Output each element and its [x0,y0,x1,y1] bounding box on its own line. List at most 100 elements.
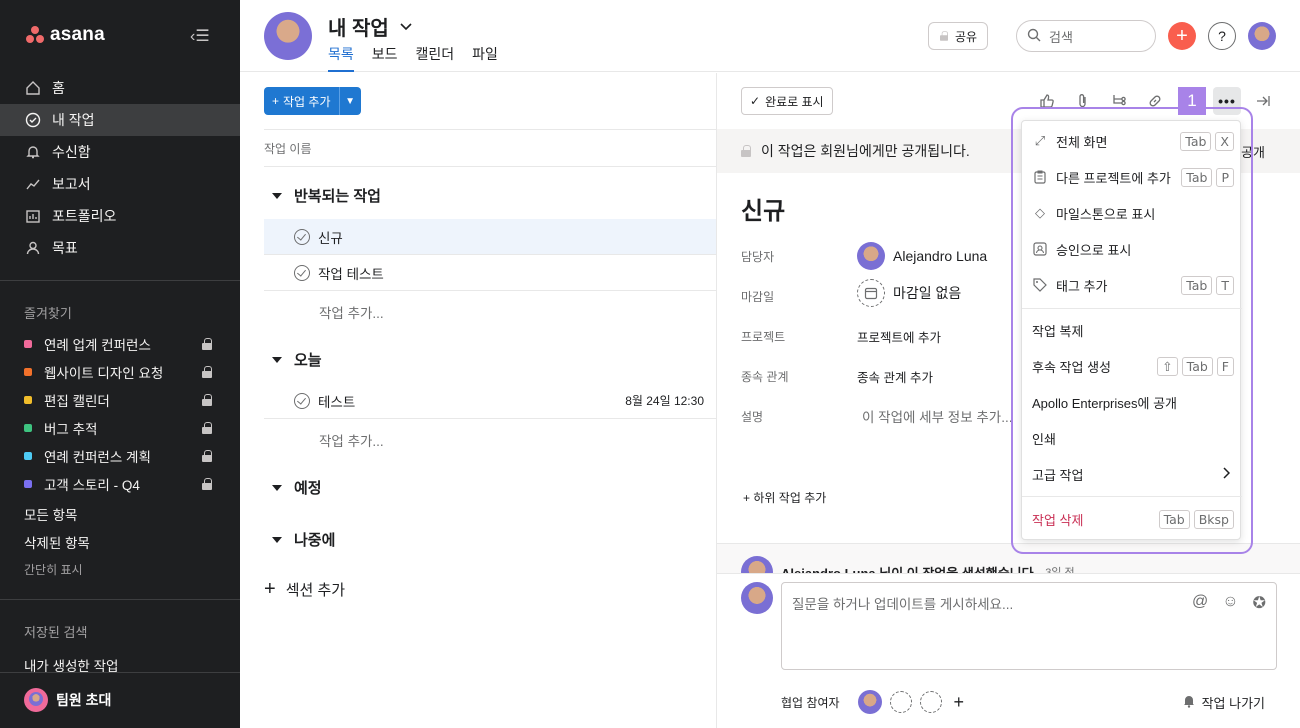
due-date-value: 마감일 없음 [893,285,962,301]
sidebar-item-label: 목표 [52,240,78,256]
comment-input[interactable]: 질문을 하거나 업데이트를 게시하세요... @ ☺ ✪ [781,582,1277,670]
leave-task-button[interactable]: 작업 나가기 [1182,693,1265,712]
project-color-dot [24,368,32,376]
plus-icon[interactable]: + [954,692,965,713]
project-color-dot [24,480,32,488]
add-task-button[interactable]: + 작업 추가 [264,87,339,115]
favorite-project[interactable]: 연례 컨퍼런스 계획 [0,442,240,470]
mention-icon[interactable]: @ [1192,593,1208,613]
add-subtask-button[interactable]: + 하위 작업 추가 [743,489,826,506]
close-pane-icon[interactable] [1253,91,1273,111]
task-row[interactable]: 작업 테스트 [264,255,716,291]
tab-files[interactable]: 파일 [472,44,498,72]
star-icon[interactable]: ✪ [1253,593,1266,613]
profile-avatar[interactable] [1248,22,1276,50]
add-task-row[interactable]: 작업 추가... [319,302,384,322]
page-title[interactable]: 내 작업 [328,12,413,41]
menu-item-add-tag[interactable]: 태그 추가 Tab T [1022,267,1242,303]
menu-item-label: 승인으로 표시 [1056,242,1132,258]
section-title: 반복되는 작업 [294,188,381,205]
add-collaborator-icon[interactable] [889,691,912,713]
section-header[interactable]: 예정 [272,477,322,498]
favorite-label: 연례 업계 컨퍼런스 [44,338,151,353]
sidebar-item-goals[interactable]: 목표 [0,232,240,264]
favorite-project[interactable]: 편집 캘린더 [0,386,240,414]
chart-line-icon [24,175,42,193]
favorite-project[interactable]: 연례 업계 컨퍼런스 [0,330,240,358]
quick-add-button[interactable]: + [1168,22,1196,50]
emoji-icon[interactable]: ☺ [1222,593,1238,613]
collapse-sidebar-icon[interactable]: ‹☰ [190,26,216,46]
add-to-project-field[interactable]: 프로젝트에 추가 [857,327,941,346]
all-items-link[interactable]: 모든 항목 [24,504,77,524]
task-row[interactable]: 테스트 8월 24일 12:30 [264,383,716,419]
add-subtask-label: 하위 작업 추가 [753,491,827,505]
collaborators: 협업 참여자 + [781,690,964,714]
comment-placeholder: 질문을 하거나 업데이트를 게시하세요... [792,597,1014,612]
column-header-task-name[interactable]: 작업 이름 [264,129,716,167]
add-task-row[interactable]: 작업 추가... [319,430,384,450]
complete-check-icon[interactable] [294,228,310,245]
comment-tools: @ ☺ ✪ [1192,593,1266,613]
leave-task-label: 작업 나가기 [1201,696,1265,711]
task-row[interactable]: 신규 [264,219,716,255]
invite-teammates-button[interactable]: 팀원 초대 [24,688,111,712]
plus-icon: + [272,94,280,108]
add-section-button[interactable]: + 섹션 추가 [264,578,345,601]
lock-icon [940,31,948,41]
asana-logo[interactable]: asana [24,24,105,46]
show-less-link[interactable]: 간단히 표시 [24,561,83,578]
menu-item-make-public[interactable]: Apollo Enterprises에 공개 [1022,384,1242,420]
complete-check-icon[interactable] [294,392,310,409]
menu-item-approval[interactable]: 승인으로 표시 [1022,231,1242,267]
page-title-text: 내 작업 [328,18,389,40]
favorite-project[interactable]: 웹사이트 디자인 요청 [0,358,240,386]
favorite-project[interactable]: 버그 추적 [0,414,240,442]
collapse-triangle-icon [272,484,282,491]
section-header[interactable]: 나중에 [272,529,335,550]
menu-item-follow-up[interactable]: 후속 작업 생성 ⇧ Tab F [1022,348,1242,384]
section-header[interactable]: 오늘 [272,349,322,370]
menu-item-full-screen[interactable]: ⤢ 전체 화면 Tab X [1022,123,1242,159]
tab-calendar[interactable]: 캘린더 [416,44,455,72]
deleted-items-link[interactable]: 삭제된 항목 [24,532,90,552]
tab-board[interactable]: 보드 [372,44,398,72]
assignee-field[interactable]: Alejandro Luna [857,242,987,270]
menu-item-milestone[interactable]: ◇ 마일스톤으로 표시 [1022,195,1242,231]
menu-item-add-to-project[interactable]: 다른 프로젝트에 추가 Tab P [1022,159,1242,195]
share-button[interactable]: 공유 [928,22,989,50]
add-collaborator-icon[interactable] [919,691,942,713]
menu-item-print[interactable]: 인쇄 [1022,420,1242,456]
favorites-title: 즐겨찾기 [24,306,72,321]
chevron-right-icon [1222,466,1231,482]
menu-divider [1022,496,1242,497]
section-header[interactable]: 반복되는 작업 [272,185,381,206]
mark-complete-button[interactable]: ✓ 완료로 표시 [741,87,833,115]
section-title: 나중에 [294,532,336,549]
help-button[interactable]: ? [1208,22,1236,50]
add-task-dropdown[interactable]: ▼ [338,87,361,115]
add-dependency-field[interactable]: 종속 관계 추가 [857,367,933,386]
menu-item-delete-task[interactable]: 작업 삭제 Tab Bksp [1022,501,1242,537]
sidebar-item-home[interactable]: 홈 [0,72,240,104]
collaborator-avatar[interactable] [857,690,882,714]
sidebar-item-my-tasks[interactable]: 내 작업 [0,104,240,136]
search-input[interactable]: 검색 [1016,20,1156,52]
task-due-date[interactable]: 8월 24일 12:30 [625,392,704,409]
description-field[interactable]: 이 작업에 세부 정보 추가... [862,406,1012,426]
asana-logo-icon [24,25,46,45]
task-title[interactable]: 신규 [741,191,785,226]
menu-item-duplicate[interactable]: 작업 복제 [1022,312,1242,348]
menu-item-advanced-actions[interactable]: 고급 작업 [1022,456,1242,492]
due-date-field[interactable]: 마감일 없음 [857,279,961,307]
complete-check-icon[interactable] [294,264,310,281]
sidebar-item-reports[interactable]: 보고서 [0,168,240,200]
chevron-down-icon: ▼ [345,95,355,107]
key: Tab [1181,275,1213,295]
sidebar-item-inbox[interactable]: 수신함 [0,136,240,168]
sidebar-item-portfolios[interactable]: 포트폴리오 [0,200,240,232]
lock-icon [741,145,751,157]
tab-list[interactable]: 목록 [328,44,354,72]
favorites-list: 연례 업계 컨퍼런스 웹사이트 디자인 요청 편집 캘린더 버그 추적 연례 컨… [0,330,240,498]
favorite-project[interactable]: 고객 스토리 - Q4 [0,470,240,498]
